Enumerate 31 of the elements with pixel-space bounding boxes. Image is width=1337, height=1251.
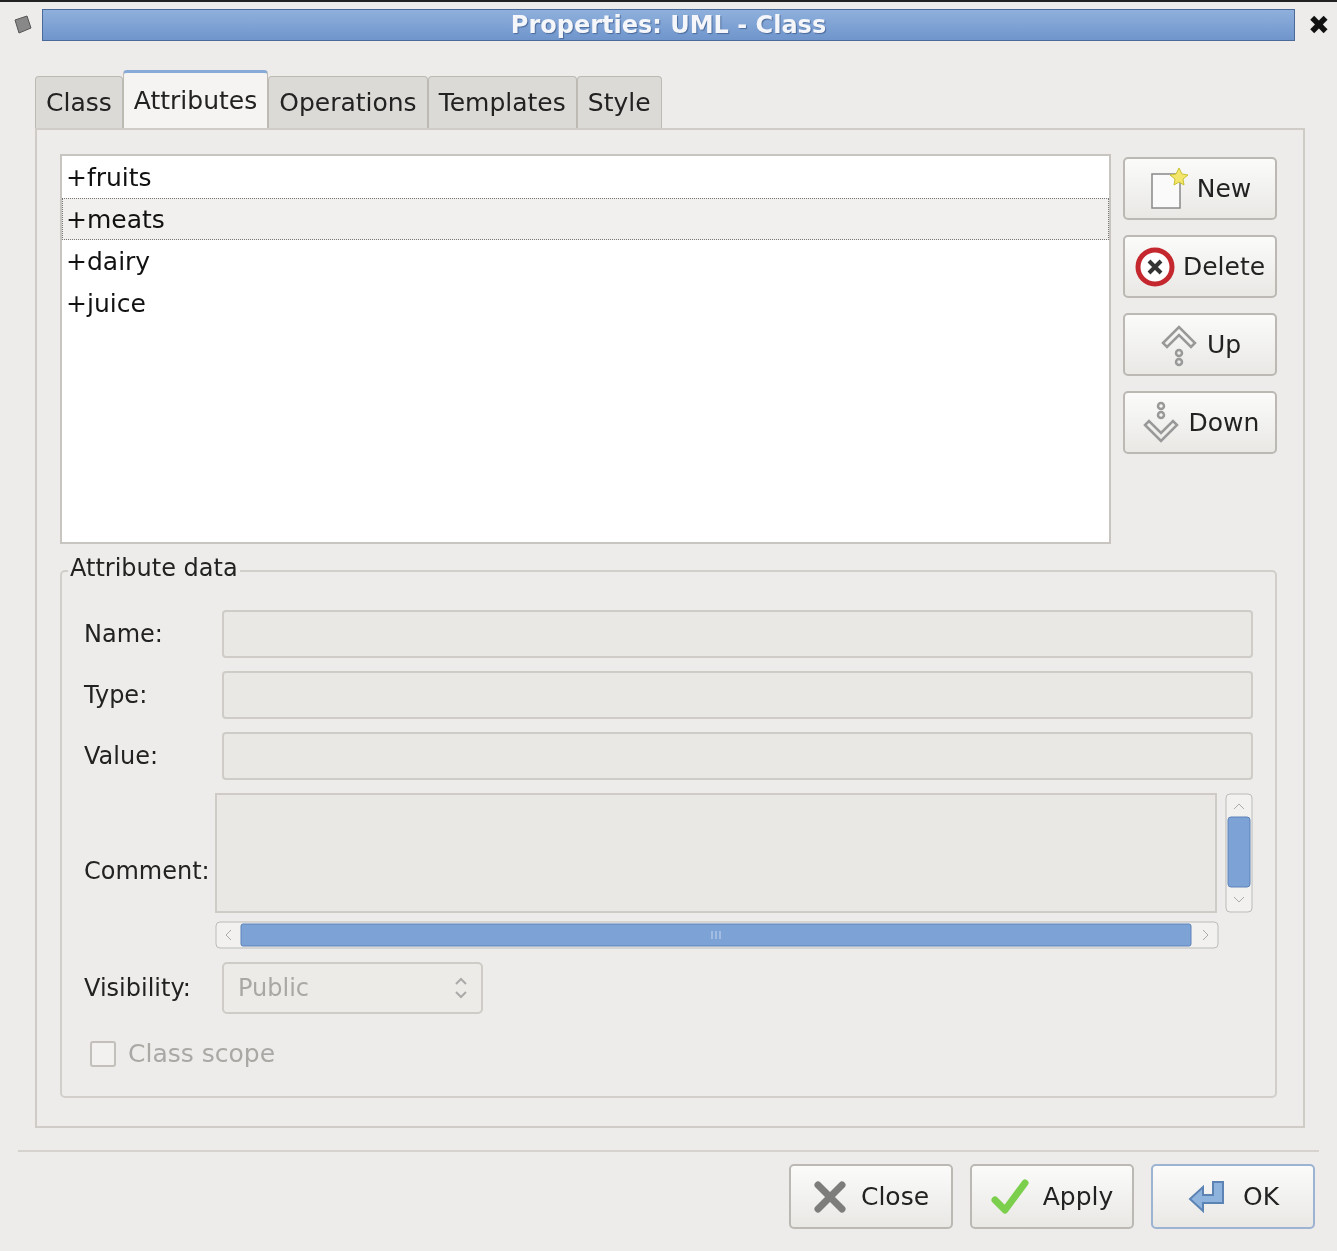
list-item[interactable]: +fruits bbox=[62, 156, 1109, 198]
delete-icon bbox=[1134, 246, 1175, 287]
new-document-icon bbox=[1148, 165, 1189, 212]
dialog-button[interactable]: OK bbox=[1151, 1164, 1315, 1229]
field-label: Comment: bbox=[84, 857, 211, 885]
side-button[interactable]: Delete bbox=[1123, 235, 1277, 298]
tab[interactable]: Attributes bbox=[122, 70, 269, 128]
field-label: Type: bbox=[84, 681, 149, 709]
horizontal-scrollbar[interactable] bbox=[215, 921, 1219, 949]
side-button[interactable]: New bbox=[1123, 157, 1277, 220]
list-item[interactable]: +juice bbox=[62, 282, 1109, 324]
app-icon bbox=[12, 14, 34, 36]
list-item[interactable]: +meats bbox=[62, 198, 1109, 240]
field-label: Value: bbox=[84, 742, 159, 770]
tab[interactable]: Class bbox=[35, 76, 123, 128]
window-title: Properties: UML - Class bbox=[510, 11, 827, 39]
close-icon bbox=[812, 1179, 847, 1214]
side-button[interactable]: Up bbox=[1123, 313, 1277, 376]
tab[interactable]: Style bbox=[576, 76, 662, 128]
tab[interactable]: Templates bbox=[427, 76, 577, 128]
side-button[interactable]: Down bbox=[1123, 391, 1277, 454]
checkmark-icon bbox=[990, 1177, 1029, 1216]
field-label: Name: bbox=[84, 620, 164, 648]
dialog-button[interactable]: Close bbox=[789, 1164, 953, 1229]
checkbox-label: Class scope bbox=[128, 1039, 276, 1068]
field-label: Visibility: bbox=[84, 974, 192, 1002]
close-button[interactable]: ✖ bbox=[1303, 10, 1335, 40]
dialog-button[interactable]: Apply bbox=[970, 1164, 1134, 1229]
tab[interactable]: Operations bbox=[268, 76, 428, 128]
list-item[interactable]: +dairy bbox=[62, 240, 1109, 282]
vertical-scrollbar[interactable] bbox=[1225, 793, 1253, 913]
